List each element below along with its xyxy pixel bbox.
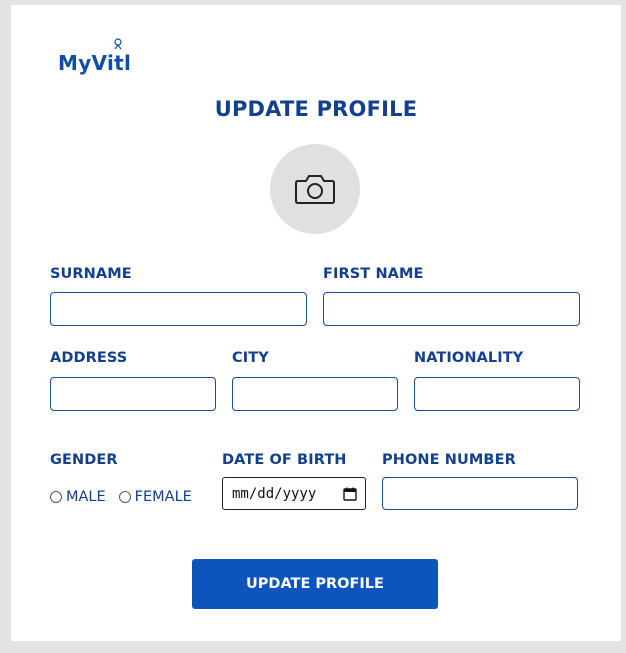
gender-option-label: FEMALE [134,489,192,505]
nationality-label: NATIONALITY [414,350,524,366]
profile-card: MyVitl UPDATE PROFILE SURNAME FIRST NAME… [11,5,621,641]
phone-number-input[interactable] [382,477,578,510]
radio-button[interactable] [50,491,62,503]
nationality-input[interactable] [414,377,580,411]
gender-radio-group: MALE FEMALE [50,489,205,505]
avatar-upload-button[interactable] [270,144,360,234]
brand-name: MyVitl [58,51,132,75]
gender-option-label: MALE [66,489,106,505]
first-name-input[interactable] [323,292,580,326]
city-input[interactable] [232,377,398,411]
date-placeholder: mm/dd/yyyy [232,485,317,502]
update-profile-button[interactable]: UPDATE PROFILE [192,559,438,609]
address-label: ADDRESS [50,350,128,366]
city-label: CITY [232,350,269,366]
page-title: UPDATE PROFILE [214,97,418,121]
calendar-icon[interactable] [343,487,357,501]
address-input[interactable] [50,377,216,411]
brand-logo: MyVitl [58,38,148,83]
camera-icon [295,175,335,204]
phone-number-label: PHONE NUMBER [382,452,516,468]
date-of-birth-label: DATE OF BIRTH [222,452,347,468]
gender-option-male[interactable]: MALE [50,489,106,505]
surname-input[interactable] [50,292,307,326]
gender-option-female[interactable]: FEMALE [118,489,192,505]
first-name-label: FIRST NAME [323,266,424,282]
surname-label: SURNAME [50,266,132,282]
date-of-birth-input[interactable]: mm/dd/yyyy [222,477,366,510]
gender-label: GENDER [50,452,118,468]
radio-button[interactable] [118,491,131,503]
logo-mark-icon [114,38,122,50]
